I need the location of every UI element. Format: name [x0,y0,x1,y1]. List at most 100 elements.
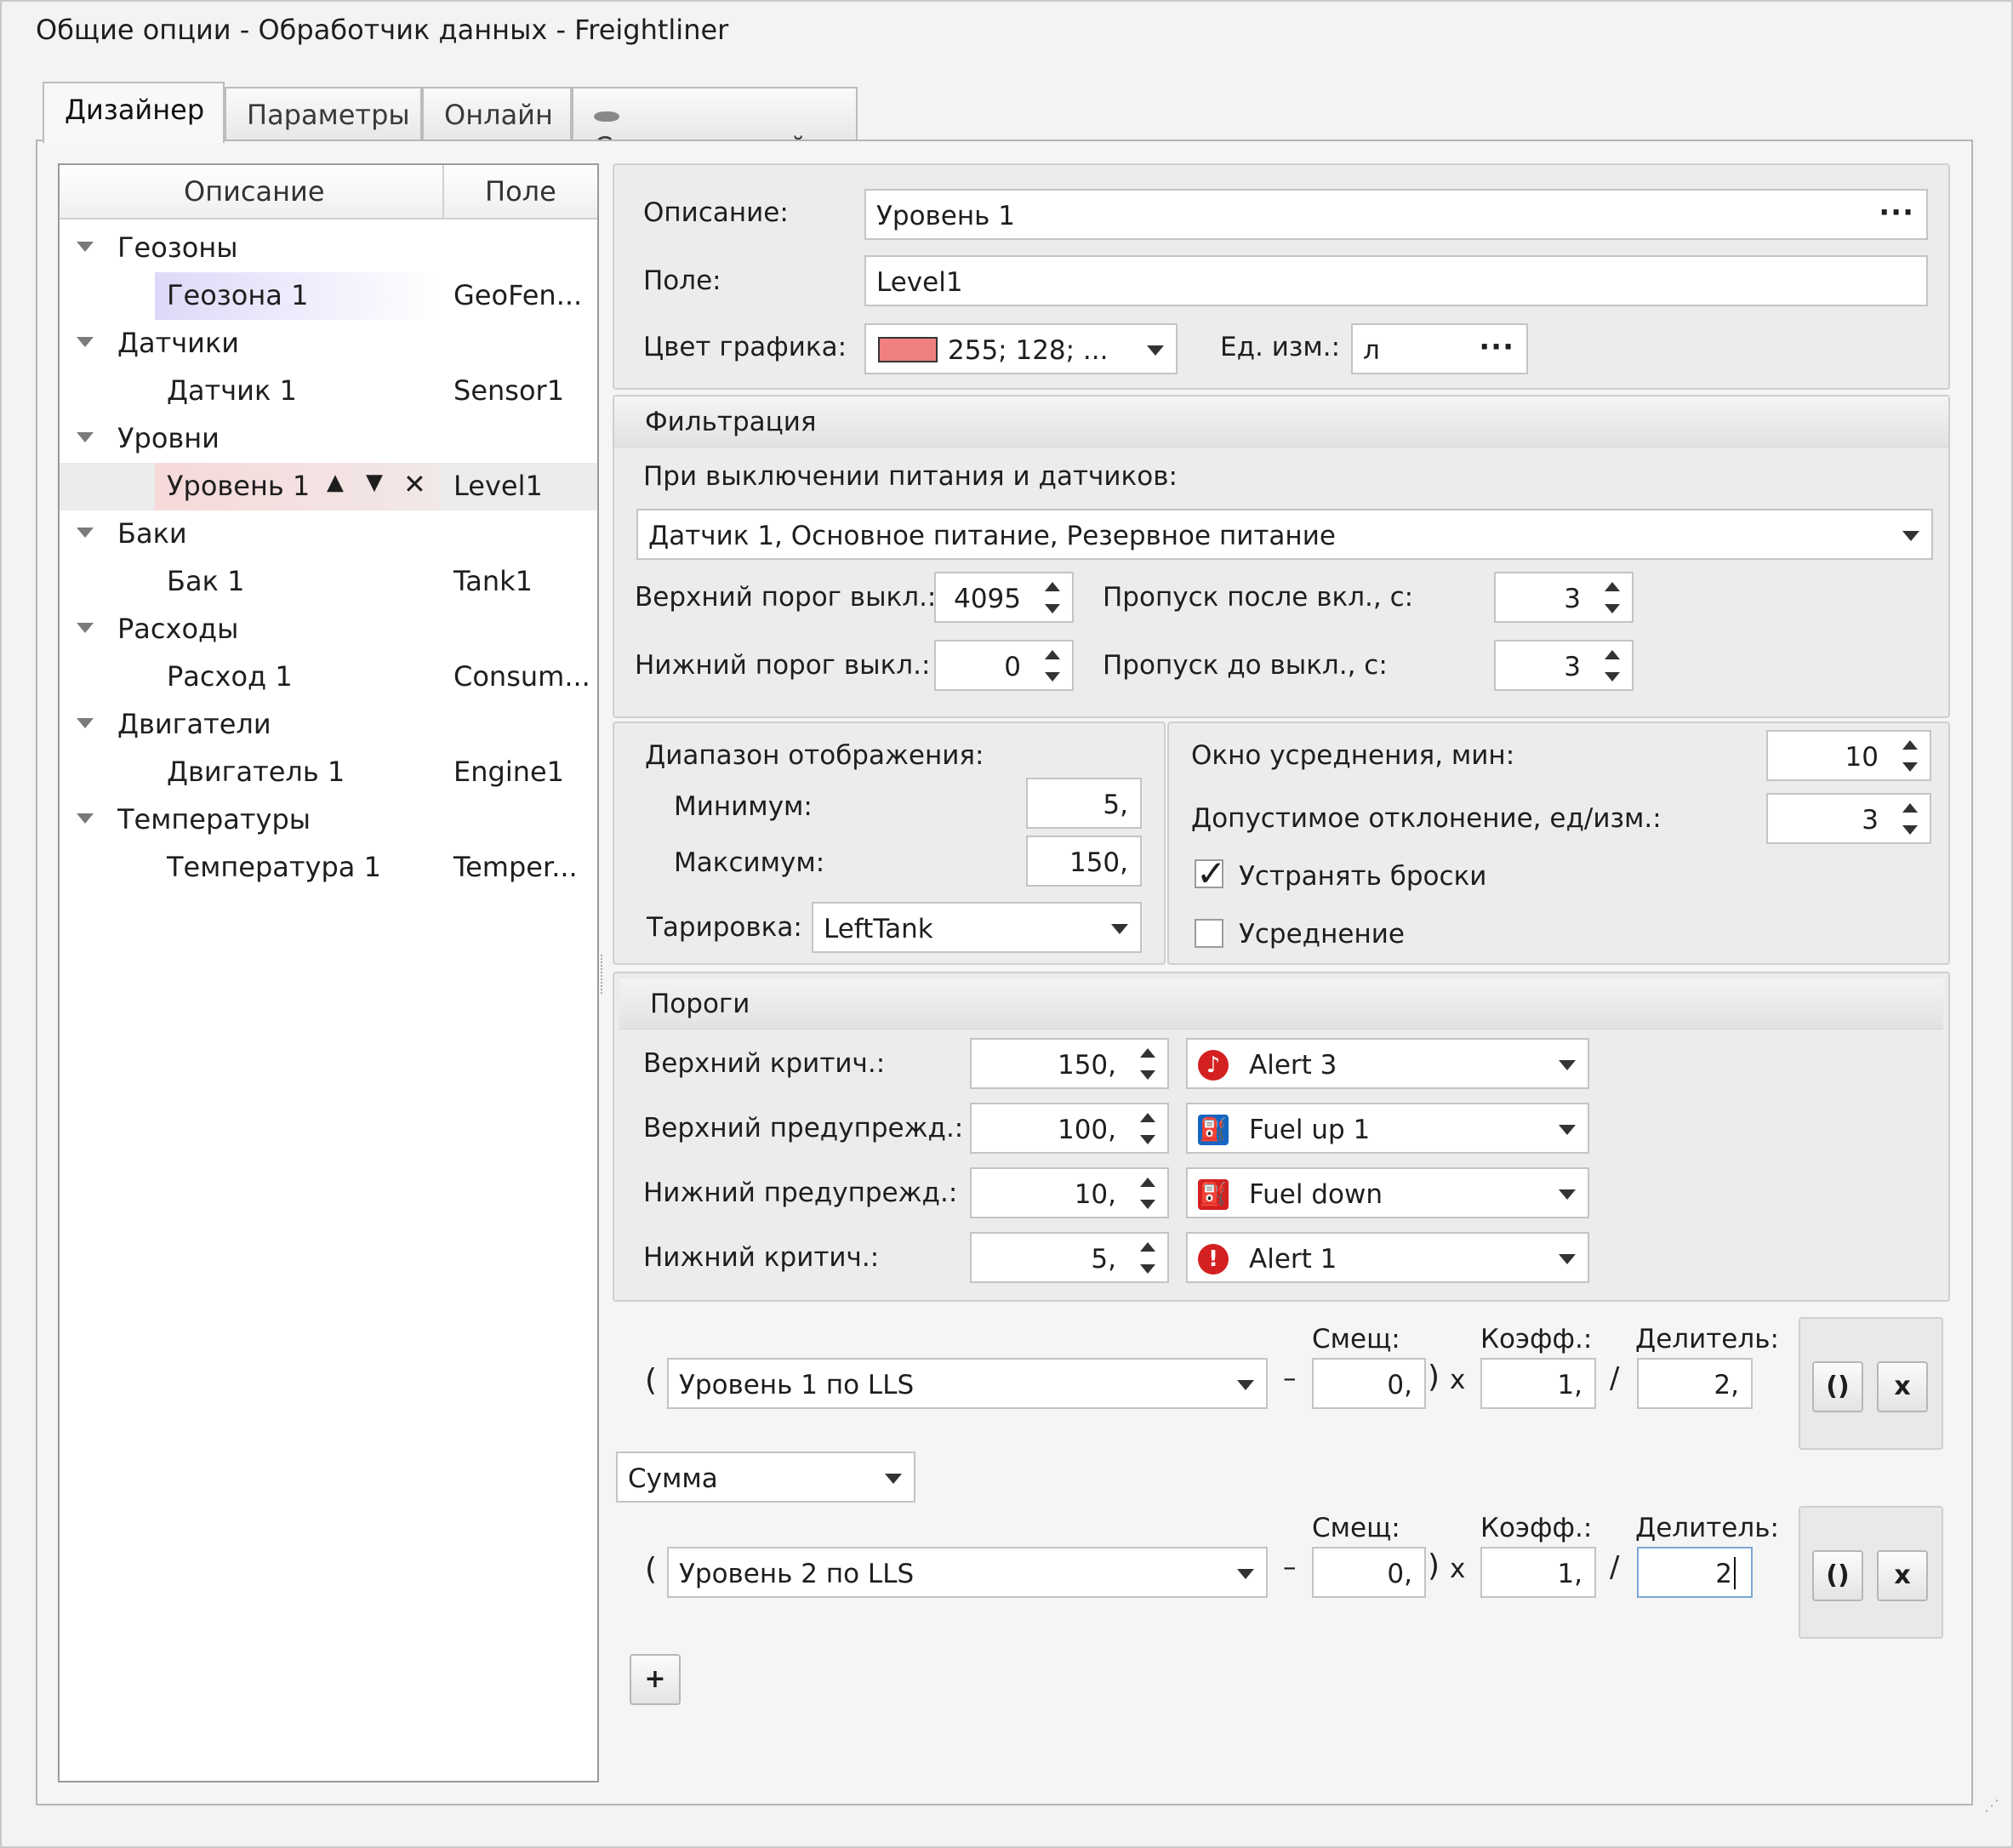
coefficient-input[interactable]: 1, [1480,1358,1596,1409]
spinner-arrows-icon[interactable] [1901,737,1921,778]
maximum-input[interactable]: 150, [1026,836,1142,887]
offset-input[interactable]: 0, [1312,1547,1426,1598]
averaging-checkbox[interactable] [1195,919,1223,948]
tab-stationary[interactable]: Стационарный [572,87,858,163]
chevron-down-icon[interactable] [1559,1189,1576,1200]
coefficient-input[interactable]: 1, [1480,1547,1596,1598]
ellipsis-button[interactable]: ··· [1479,330,1514,364]
chevron-down-icon[interactable] [1902,531,1919,541]
divisor-input[interactable]: 2, [1637,1358,1753,1409]
collapse-caret-icon[interactable] [77,242,94,252]
spinner-arrows-icon[interactable] [1603,579,1623,619]
skip-before-value: 3 [1564,652,1581,682]
element-tree[interactable]: Описание Поле Геозоны Геозона 1 GeoFen...… [58,163,599,1782]
move-up-icon[interactable]: ▲ [327,470,344,495]
delete-icon[interactable]: ✕ [403,468,426,500]
operation-dropdown[interactable]: Сумма [616,1452,915,1503]
upper-off-spinner[interactable]: 4095 [934,572,1074,623]
deviation-spinner[interactable]: 3 [1766,793,1931,844]
spinner-arrows-icon[interactable] [1138,1109,1159,1150]
offset-label: Смещ: [1312,1324,1400,1355]
description-input[interactable]: Уровень 1 ··· [864,189,1928,240]
add-term-button[interactable]: + [630,1654,681,1705]
unit-input[interactable]: л ··· [1351,323,1528,374]
minimum-input[interactable]: 5, [1026,778,1142,829]
upper-critical-event-dropdown[interactable]: ♪ Alert 3 [1186,1038,1589,1089]
tab-online[interactable]: Онлайн [422,87,572,140]
resize-grip-icon[interactable]: ⋰ [1984,1797,1999,1815]
spinner-arrows-icon[interactable] [1901,800,1921,841]
chevron-down-icon[interactable] [1559,1060,1576,1070]
tree-item-tank-1[interactable]: Бак 1 Tank1 [60,558,597,606]
chart-color-dropdown[interactable]: 255; 128; ... [864,323,1178,374]
tree-item-level-1-selected[interactable]: Уровень 1 ▲ ▼ ✕ Level1 [60,463,597,510]
tree-item-engine-1[interactable]: Двигатель 1 Engine1 [60,749,597,796]
lower-off-spinner[interactable]: 0 [934,640,1074,691]
offset-input[interactable]: 0, [1312,1358,1426,1409]
move-down-icon[interactable]: ▼ [366,470,383,495]
remove-term-button[interactable]: x [1877,1361,1928,1412]
tree-item-geozone-1[interactable]: Геозона 1 GeoFen... [60,272,597,320]
spinner-arrows-icon[interactable] [1603,647,1623,687]
chevron-down-icon[interactable] [1237,1380,1254,1390]
group-parentheses-button[interactable]: () [1812,1361,1863,1412]
tree-group-tanks[interactable]: Баки [60,510,597,558]
tree-group-geozones[interactable]: Геозоны [60,225,597,272]
tree-item-consumption-1[interactable]: Расход 1 Consum... [60,653,597,701]
term-buttons-panel: () x [1799,1317,1943,1450]
chevron-down-icon[interactable] [1559,1254,1576,1264]
filter-header: Фильтрация [614,396,1948,448]
tree-item-sensor-1[interactable]: Датчик 1 Sensor1 [60,368,597,415]
power-sensors-dropdown[interactable]: Датчик 1, Основное питание, Резервное пи… [636,509,1933,560]
spinner-arrows-icon[interactable] [1138,1239,1159,1280]
lower-warning-spinner[interactable]: 10, [970,1167,1169,1218]
upper-critical-spinner[interactable]: 150, [970,1038,1169,1089]
calibration-dropdown[interactable]: LeftTank [812,902,1142,953]
chevron-down-icon[interactable] [885,1474,902,1484]
splitter-handle[interactable] [601,955,606,994]
collapse-caret-icon[interactable] [77,528,94,538]
field-input[interactable]: Level1 [864,255,1928,306]
tree-item-temperature-1[interactable]: Температура 1 Temper... [60,844,597,892]
avg-window-spinner[interactable]: 10 [1766,730,1931,781]
chevron-down-icon[interactable] [1147,345,1164,356]
remove-spikes-checkbox[interactable]: ✓ [1195,853,1226,894]
column-header-field[interactable]: Поле [485,175,556,208]
lower-critical-event-dropdown[interactable]: ! Alert 1 [1186,1232,1589,1283]
collapse-caret-icon[interactable] [77,623,94,633]
lower-critical-spinner[interactable]: 5, [970,1232,1169,1283]
tree-group-consumptions[interactable]: Расходы [60,606,597,653]
tree-group-engines[interactable]: Двигатели [60,701,597,749]
spinner-arrows-icon[interactable] [1138,1045,1159,1086]
chevron-down-icon[interactable] [1237,1569,1254,1579]
divisor-input-focused[interactable]: 2 [1637,1547,1753,1598]
spinner-arrows-icon[interactable] [1043,579,1064,619]
lower-warning-event-dropdown[interactable]: ⛽ Fuel down [1186,1167,1589,1218]
collapse-caret-icon[interactable] [77,337,94,347]
collapse-caret-icon[interactable] [77,813,94,824]
tree-group-sensors[interactable]: Датчики [60,320,597,368]
tab-parameters[interactable]: Параметры [225,87,422,140]
remove-term-button[interactable]: x [1877,1550,1928,1601]
collapse-caret-icon[interactable] [77,718,94,728]
group-parentheses-button[interactable]: () [1812,1550,1863,1601]
collapse-caret-icon[interactable] [77,432,94,442]
column-header-description[interactable]: Описание [184,175,325,208]
chevron-down-icon[interactable] [1111,924,1128,934]
tab-designer[interactable]: Дизайнер [43,82,225,143]
tree-group-levels[interactable]: Уровни [60,415,597,463]
event-name: Fuel up 1 [1249,1115,1371,1145]
spinner-arrows-icon[interactable] [1043,647,1064,687]
stationary-icon [594,111,619,122]
term-source-dropdown[interactable]: Уровень 1 по LLS [667,1358,1268,1409]
skip-after-spinner[interactable]: 3 [1494,572,1634,623]
ellipsis-button[interactable]: ··· [1879,196,1914,230]
upper-warning-event-dropdown[interactable]: ⛽ Fuel up 1 [1186,1103,1589,1154]
unit-value: л [1363,335,1380,366]
skip-before-spinner[interactable]: 3 [1494,640,1634,691]
spinner-arrows-icon[interactable] [1138,1174,1159,1215]
upper-warning-spinner[interactable]: 100, [970,1103,1169,1154]
term-source-dropdown[interactable]: Уровень 2 по LLS [667,1547,1268,1598]
chevron-down-icon[interactable] [1559,1125,1576,1135]
tree-group-temperatures[interactable]: Температуры [60,796,597,844]
